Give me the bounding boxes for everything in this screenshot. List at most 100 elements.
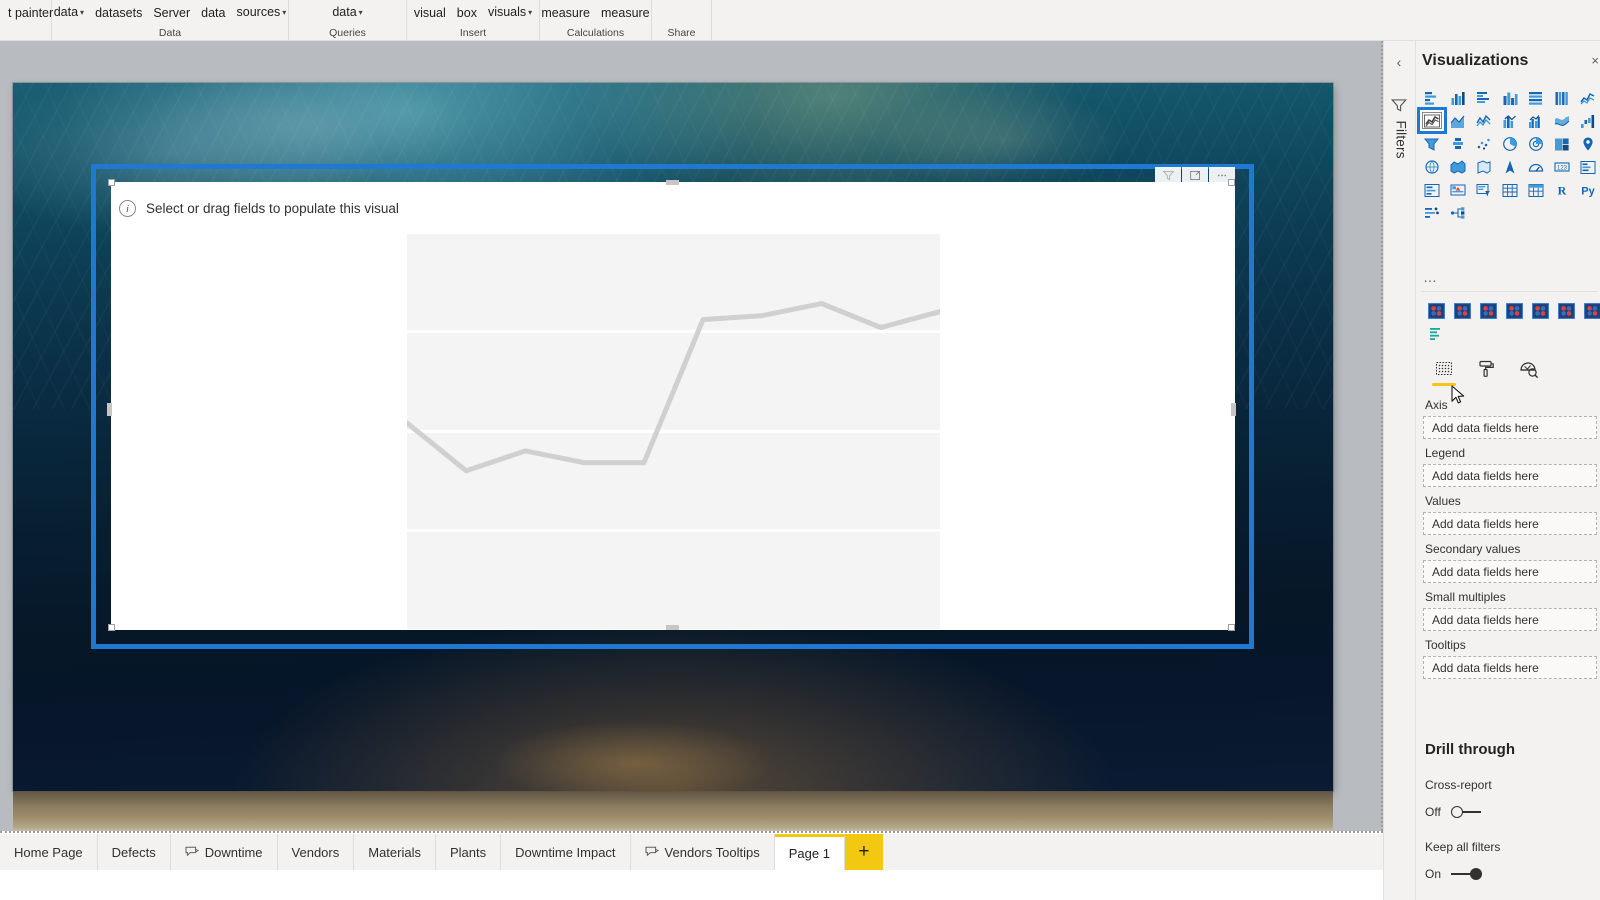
resize-handle-bottom-left[interactable] — [108, 624, 115, 631]
visual-type-stacked-bar-chart[interactable] — [1419, 86, 1445, 109]
page-tab-page-1[interactable]: Page 1 — [774, 834, 845, 870]
resize-handle-top[interactable] — [666, 180, 679, 185]
ribbon-item-server[interactable]: Server — [153, 2, 190, 24]
visual-type-line-chart-alt[interactable] — [1575, 86, 1600, 109]
resize-handle-bottom-right[interactable] — [1228, 624, 1235, 631]
ribbon-item-visual[interactable]: visual — [414, 2, 446, 24]
visual-type-shape-map-visual[interactable] — [1419, 155, 1445, 178]
visual-type-filled-map-visual[interactable] — [1575, 132, 1600, 155]
visual-type-table-visual[interactable] — [1419, 178, 1445, 201]
resize-handle-bottom[interactable] — [666, 625, 679, 630]
visual-type-clustered-bar-chart[interactable] — [1471, 86, 1497, 109]
page-tab-vendors[interactable]: Vendors — [277, 834, 355, 870]
visual-type-card-visual[interactable] — [1497, 155, 1523, 178]
visual-type-stacked-area-chart[interactable] — [1471, 109, 1497, 132]
visual-type-multi-row-card-visual[interactable] — [1523, 155, 1549, 178]
visual-type-line-stacked-column-chart[interactable] — [1497, 109, 1523, 132]
filters-rail[interactable]: ‹ Filters — [1384, 41, 1416, 900]
visual-type-qna-visual[interactable]: Py — [1575, 178, 1600, 201]
custom-visual-icon[interactable] — [1553, 299, 1579, 322]
visual-type-line-clustered-column-chart[interactable] — [1523, 109, 1549, 132]
visual-type-slicer-visual[interactable] — [1575, 155, 1600, 178]
add-page-button[interactable]: + — [844, 834, 883, 870]
visual-type-key-influencers-visual[interactable] — [1523, 178, 1549, 201]
custom-visual-icon[interactable] — [1527, 299, 1553, 322]
visual-type-treemap-chart[interactable] — [1523, 132, 1549, 155]
tab-format[interactable] — [1473, 356, 1499, 382]
custom-visuals-grid[interactable] — [1423, 299, 1600, 345]
ribbon-item-measure[interactable]: measure — [601, 2, 650, 24]
custom-visual-icon[interactable] — [1423, 299, 1449, 322]
ribbon-item-data[interactable]: data — [201, 2, 225, 24]
well-dropzone-secondary-values[interactable]: Add data fields here — [1423, 560, 1597, 583]
keep-all-filters-toggle-row[interactable]: On — [1425, 867, 1483, 881]
visual-type-kpi-visual[interactable]: 123 — [1549, 155, 1575, 178]
well-dropzone-small-multiples[interactable]: Add data fields here — [1423, 608, 1597, 631]
cross-report-toggle-row[interactable]: Off — [1425, 805, 1483, 819]
well-dropzone-legend[interactable]: Add data fields here — [1423, 464, 1597, 487]
filter-icon[interactable] — [1390, 96, 1408, 119]
visual-type-r-script-visual[interactable] — [1471, 178, 1497, 201]
cross-report-toggle[interactable] — [1449, 805, 1483, 819]
keep-all-filters-toggle[interactable] — [1449, 867, 1483, 881]
page-tab-materials[interactable]: Materials — [354, 834, 436, 870]
ribbon-item-measure[interactable]: measure — [541, 2, 590, 24]
tab-fields[interactable] — [1431, 356, 1457, 386]
visual-type-map-visual[interactable] — [1549, 132, 1575, 155]
filter-icon[interactable] — [1155, 167, 1181, 184]
resize-handle-top-left[interactable] — [108, 179, 115, 186]
tab-analytics[interactable] — [1515, 356, 1541, 382]
page-tab-plants[interactable]: Plants — [435, 834, 502, 870]
ribbon-item-visuals[interactable]: visuals ▾ — [488, 1, 532, 24]
custom-visual-icon[interactable] — [1579, 299, 1600, 322]
visual-type-100-stacked-bar-chart[interactable] — [1523, 86, 1549, 109]
visual-type-grid[interactable]: 123 R Py — [1417, 86, 1600, 224]
close-icon[interactable]: × — [1591, 53, 1599, 68]
visual-type-matrix-visual[interactable] — [1445, 178, 1471, 201]
custom-visual-icon[interactable] — [1501, 299, 1527, 322]
page-tab-downtime[interactable]: Downtime — [170, 834, 278, 870]
visual-type-paginated-report-visual[interactable] — [1445, 201, 1471, 224]
visual-type-ribbon-chart[interactable] — [1549, 109, 1575, 132]
visual-type-area-chart[interactable] — [1445, 109, 1471, 132]
visual-type-pie-chart[interactable] — [1471, 132, 1497, 155]
more-visual-types-icon[interactable]: … — [1423, 269, 1439, 285]
ribbon-item-box[interactable]: box — [457, 2, 477, 24]
visual-type-100-stacked-column-chart[interactable] — [1549, 86, 1575, 109]
page-tab-vendors-tooltips[interactable]: Vendors Tooltips — [630, 834, 775, 870]
visual-type-waterfall-chart[interactable] — [1575, 109, 1600, 132]
page-tab-defects[interactable]: Defects — [97, 834, 171, 870]
ribbon-item-t-painter[interactable]: t painter — [8, 2, 53, 24]
page-tabs[interactable]: Home Page Defects Downtime Vendors Materials… — [0, 834, 1383, 870]
resize-handle-top-right[interactable] — [1228, 179, 1235, 186]
well-dropzone-tooltips[interactable]: Add data fields here — [1423, 656, 1597, 679]
well-dropzone-axis[interactable]: Add data fields here — [1423, 416, 1597, 439]
line-chart-visual[interactable]: i Select or drag fields to populate this… — [111, 167, 1235, 630]
ribbon-item-data[interactable]: data ▾ — [332, 1, 362, 24]
visual-type-gauge-visual[interactable] — [1471, 155, 1497, 178]
visual-type-decomposition-tree-visual[interactable]: R — [1549, 178, 1575, 201]
pane-tab-strip[interactable] — [1417, 353, 1600, 386]
custom-visual-list-icon[interactable] — [1423, 322, 1449, 345]
visual-type-smart-narrative-visual[interactable] — [1419, 201, 1445, 224]
visual-type-line-chart[interactable] — [1417, 107, 1447, 134]
resize-handle-right[interactable] — [1231, 403, 1236, 416]
visual-type-python-visual[interactable] — [1497, 178, 1523, 201]
visual-type-stacked-column-chart[interactable] — [1445, 86, 1471, 109]
focus-mode-icon[interactable] — [1182, 167, 1208, 184]
page-tab-home-page[interactable]: Home Page — [0, 834, 98, 870]
ribbon-item-datasets[interactable]: datasets — [95, 2, 142, 24]
page-tab-downtime-impact[interactable]: Downtime Impact — [501, 834, 631, 870]
report-canvas-area[interactable]: i Select or drag fields to populate this… — [0, 41, 1383, 831]
ribbon-item-sources[interactable]: sources ▾ — [237, 1, 287, 24]
ribbon-item-data[interactable]: data ▾ — [54, 1, 84, 24]
visual-type-azure-map-visual[interactable] — [1445, 155, 1471, 178]
custom-visual-icon[interactable] — [1475, 299, 1501, 322]
visual-type-funnel-chart[interactable] — [1419, 132, 1445, 155]
well-dropzone-values[interactable]: Add data fields here — [1423, 512, 1597, 535]
custom-visual-icon[interactable] — [1449, 299, 1475, 322]
visual-type-clustered-column-chart[interactable] — [1497, 86, 1523, 109]
collapse-chevron-icon[interactable]: ‹ — [1389, 52, 1409, 72]
visual-type-scatter-chart[interactable] — [1445, 132, 1471, 155]
visual-type-donut-chart[interactable] — [1497, 132, 1523, 155]
